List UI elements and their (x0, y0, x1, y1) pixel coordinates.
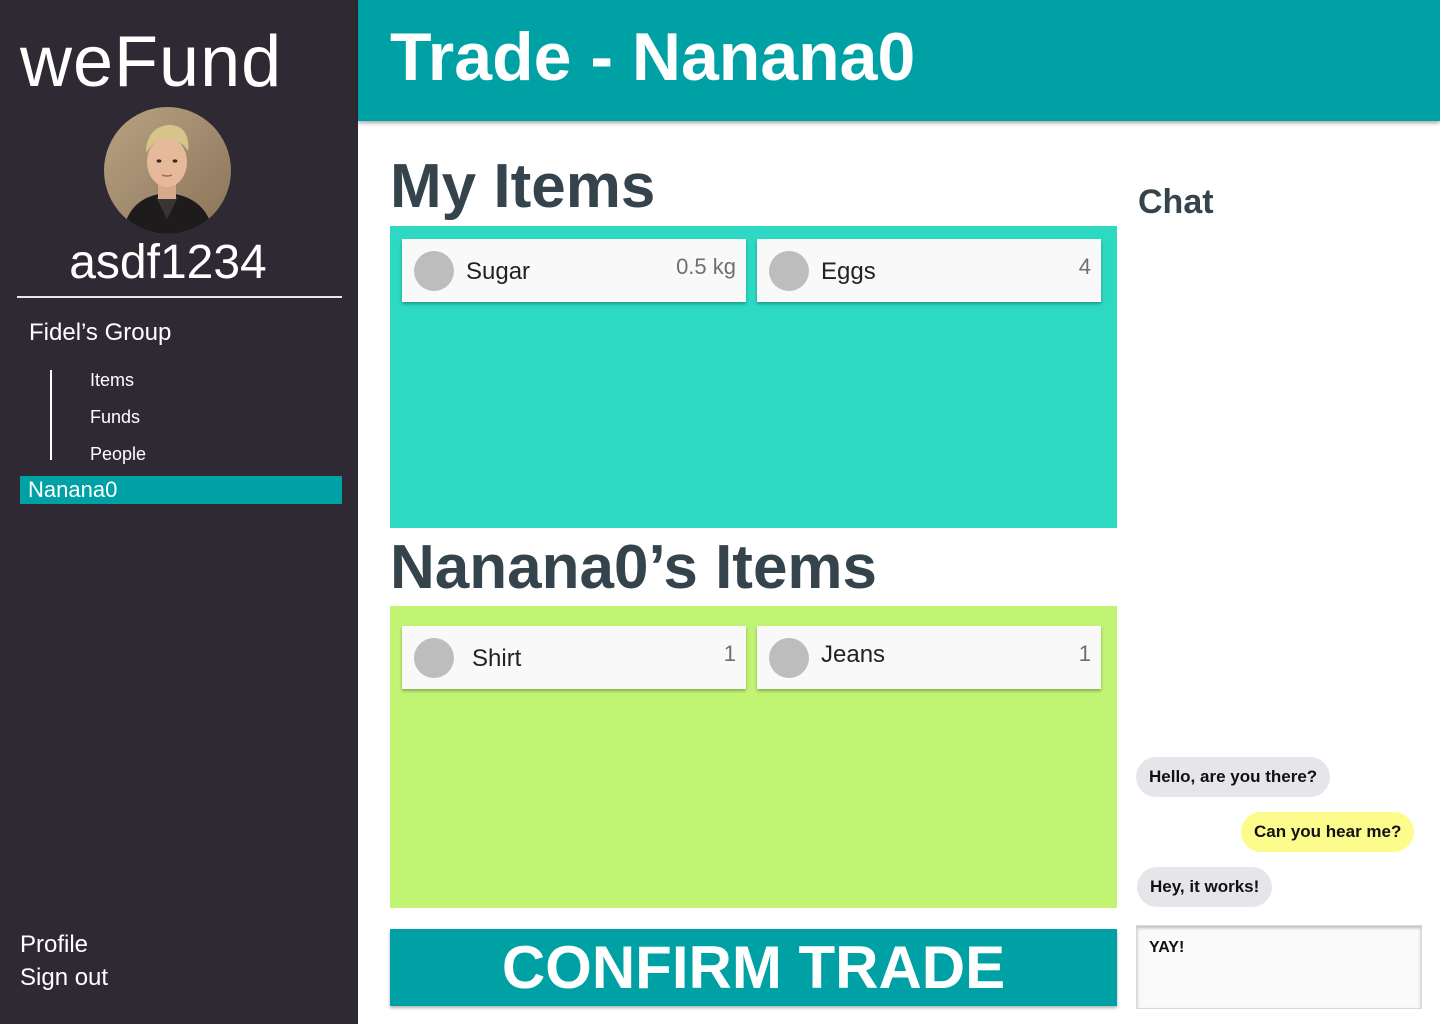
my-items-title: My Items (390, 152, 656, 221)
username: asdf1234 (69, 236, 267, 289)
item-name: Eggs (821, 258, 876, 285)
chat-message-received: Hey, it works! (1137, 867, 1273, 907)
chat-message-input[interactable]: YAY! (1136, 925, 1422, 1009)
item-name: Jeans (821, 641, 886, 668)
subnav-indicator-line (50, 370, 52, 460)
sidebar-item-people[interactable]: People (90, 443, 146, 465)
chat-message-received: Hello, are you there? (1136, 757, 1331, 797)
their-items-title: Nanana0’s Items (390, 533, 878, 602)
item-thumbnail-icon (414, 251, 454, 291)
item-quantity: 4 (1078, 254, 1091, 279)
item-quantity: 0.5 kg (676, 254, 736, 279)
item-card-sugar[interactable]: Sugar 0.5 kg (402, 239, 746, 302)
item-thumbnail-icon (769, 251, 809, 291)
chat-message-sent: Can you hear me? (1241, 812, 1415, 852)
item-name: Sugar (466, 258, 531, 285)
brand-logo[interactable]: weFund (20, 22, 282, 102)
sidebar-item-funds[interactable]: Funds (90, 406, 140, 428)
page-header: Trade - Nanana0 (358, 0, 1440, 121)
my-items-panel[interactable]: Sugar 0.5 kg Eggs 4 (390, 226, 1117, 528)
item-quantity: 1 (1078, 641, 1091, 666)
page-title: Trade - Nanana0 (390, 19, 916, 95)
their-items-panel[interactable]: Shirt 1 Jeans 1 (390, 606, 1117, 908)
item-card-jeans[interactable]: Jeans 1 (757, 626, 1101, 689)
item-quantity: 1 (723, 641, 736, 666)
user-photo-icon (104, 107, 231, 234)
chat-title: Chat (1138, 183, 1214, 221)
item-name: Shirt (472, 645, 522, 672)
sidebar-item-items[interactable]: Items (90, 369, 134, 391)
item-card-eggs[interactable]: Eggs 4 (757, 239, 1101, 302)
sign-out-link[interactable]: Sign out (20, 963, 108, 993)
item-thumbnail-icon (414, 638, 454, 678)
sidebar: weFund asdf1234 Fidel’s Group Items Fund… (0, 0, 358, 1024)
sidebar-item-nanana0-active[interactable]: Nanana0 (20, 476, 342, 504)
confirm-trade-button[interactable]: CONFIRM TRADE (390, 929, 1117, 1006)
item-thumbnail-icon (769, 638, 809, 678)
profile-link[interactable]: Profile (20, 930, 88, 960)
avatar[interactable] (104, 107, 231, 234)
sidebar-divider (17, 296, 342, 298)
sidebar-group-fidels-group[interactable]: Fidel’s Group (29, 318, 171, 348)
item-card-shirt[interactable]: Shirt 1 (402, 626, 746, 689)
